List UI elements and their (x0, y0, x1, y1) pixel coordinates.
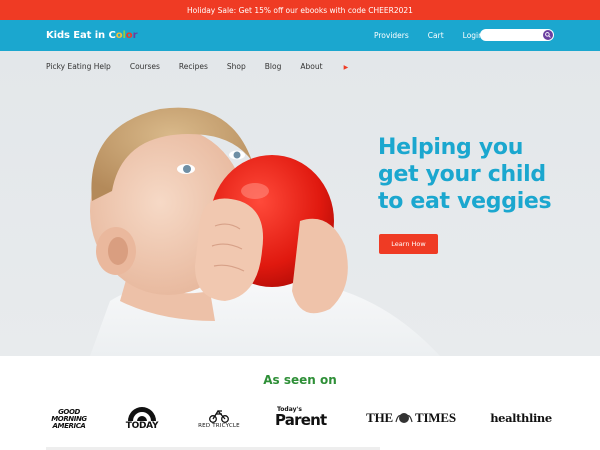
hero-section: Picky Eating Help Courses Recipes Shop B… (0, 51, 600, 356)
red-tricycle-logo: RED TRICYCLE (192, 402, 246, 434)
red-tricycle-text: RED TRICYCLE (198, 423, 240, 429)
today-text: TODAY (125, 421, 159, 431)
search-icon (545, 32, 551, 38)
todays-parent-big-text: Parent (275, 411, 327, 429)
nav-cart[interactable]: Cart (428, 31, 444, 40)
press-logos: GOOD MORNING AMERICA TODAY RED TRICYCLE … (0, 398, 600, 438)
nav-shop[interactable]: Shop (227, 62, 246, 71)
nav-about[interactable]: About ▶ (300, 62, 367, 71)
logo-letter-o2: o (125, 30, 133, 41)
page: Holiday Sale: Get 15% off our ebooks wit… (0, 0, 600, 450)
today-sun-icon (128, 407, 156, 421)
times-text-b: TIMES (414, 410, 456, 425)
tricycle-icon (209, 409, 229, 423)
search-input[interactable] (480, 29, 554, 41)
nav-recipes[interactable]: Recipes (179, 62, 208, 71)
promo-bar[interactable]: Holiday Sale: Get 15% off our ebooks wit… (0, 0, 600, 20)
nav-blog[interactable]: Blog (265, 62, 282, 71)
logo-letter-o1: o (115, 30, 123, 41)
crest-icon (395, 413, 413, 423)
times-text-a: THE (366, 410, 393, 425)
gma-line-3: AMERICA (52, 421, 86, 430)
nav-providers[interactable]: Providers (374, 31, 409, 40)
nav-courses[interactable]: Courses (130, 62, 160, 71)
learn-how-button[interactable]: Learn How (379, 234, 438, 254)
healthline-logo: healthline (486, 408, 556, 428)
the-times-logo: THE TIMES (366, 408, 456, 428)
nav-about-label: About (300, 62, 323, 71)
hero-headline: Helping you get your child to eat veggie… (378, 134, 552, 215)
as-seen-on-title: As seen on (263, 373, 337, 387)
as-seen-on-section: As seen on GOOD MORNING AMERICA TODAY RE… (0, 356, 600, 450)
logo-letter-r: r (132, 30, 138, 41)
todays-parent-logo: Today's Parent (275, 402, 337, 432)
gma-logo: GOOD MORNING AMERICA (47, 404, 91, 434)
headline-line-3: to eat veggies (378, 189, 552, 214)
caret-right-icon: ▶ (343, 64, 349, 71)
search-button[interactable] (543, 30, 553, 40)
healthline-text: healthline (490, 411, 552, 425)
today-logo: TODAY (122, 400, 162, 436)
site-logo[interactable]: Kids Eat in Color (46, 30, 138, 41)
promo-text[interactable]: Holiday Sale: Get 15% off our ebooks wit… (187, 6, 413, 15)
main-nav: Picky Eating Help Courses Recipes Shop B… (46, 62, 386, 71)
headline-line-2: get your child (378, 162, 546, 187)
site-header: Kids Eat in Color Providers Cart Login (0, 20, 600, 51)
headline-line-1: Helping you (378, 135, 524, 160)
nav-picky-eating-help[interactable]: Picky Eating Help (46, 62, 111, 71)
logo-text: Kids Eat in C (46, 30, 116, 41)
